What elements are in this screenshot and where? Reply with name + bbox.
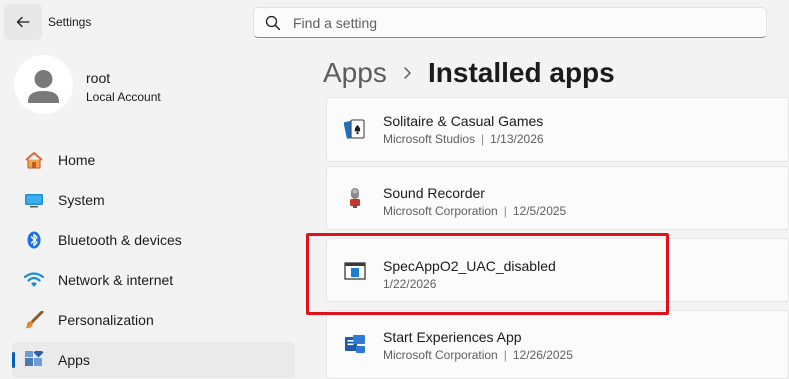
app-publisher: Microsoft Corporation — [383, 204, 498, 218]
search-icon — [265, 15, 281, 30]
search-input[interactable] — [293, 14, 713, 31]
microphone-icon — [350, 188, 360, 208]
apps-icon — [25, 351, 44, 366]
home-icon — [25, 152, 43, 169]
app-install-date: 1/13/2026 — [490, 132, 544, 146]
app-title: Settings — [48, 15, 92, 29]
sidebar-item-label: Bluetooth & devices — [58, 232, 182, 248]
brush-icon — [25, 311, 44, 329]
page-title: Installed apps — [428, 57, 615, 88]
app-list-item[interactable]: Sound Recorder Microsoft Corporation | 12/… — [326, 166, 789, 230]
highlight-box — [306, 233, 669, 315]
app-list-item[interactable]: Start Experiences App Microsoft Corporat… — [326, 310, 789, 379]
app-list-item[interactable]: Solitaire & Casual Games Microsoft Studi… — [326, 97, 789, 162]
app-name: Solitaire & Casual Games — [383, 113, 544, 129]
app-meta: Microsoft Corporation | 12/26/2025 — [383, 348, 573, 362]
sidebar-item-label: System — [58, 192, 105, 208]
sidebar-item-label: Apps — [58, 352, 90, 368]
sidebar-item-personalization[interactable]: Personalization — [12, 302, 295, 338]
breadcrumb-parent[interactable]: Apps — [323, 57, 387, 89]
app-name: Sound Recorder — [383, 185, 485, 201]
back-button[interactable] — [4, 4, 42, 40]
sidebar-item-network[interactable]: Network & internet — [12, 262, 295, 298]
wifi-icon — [24, 272, 44, 287]
app-publisher: Microsoft Studios — [383, 132, 476, 146]
sidebar-item-system[interactable]: System — [12, 182, 295, 218]
sidebar-item-label: Network & internet — [58, 272, 174, 288]
sidebar-item-apps[interactable]: Apps — [12, 342, 295, 378]
sidebar-item-bluetooth[interactable]: Bluetooth & devices — [12, 222, 295, 258]
app-meta: Microsoft Studios | 1/13/2026 — [383, 132, 544, 146]
cards-icon — [344, 119, 365, 139]
sidebar-item-home[interactable]: Home — [12, 142, 295, 178]
sidebar-item-label: Home — [58, 152, 96, 168]
search-box[interactable] — [253, 7, 767, 38]
app-name: Start Experiences App — [383, 329, 522, 345]
app-publisher: Microsoft Corporation — [383, 348, 498, 362]
sidebar-item-label: Personalization — [58, 312, 154, 328]
app-meta: Microsoft Corporation | 12/5/2025 — [383, 204, 567, 218]
app-install-date: 12/5/2025 — [512, 204, 567, 218]
profile-account-type: Local Account — [86, 90, 161, 104]
start-experiences-icon — [345, 335, 365, 353]
user-avatar-icon — [28, 70, 59, 103]
chevron-right-icon — [404, 67, 411, 79]
profile-name: root — [86, 70, 111, 86]
back-arrow-icon — [16, 16, 30, 28]
system-icon — [25, 194, 43, 208]
bluetooth-icon — [27, 231, 41, 249]
avatar[interactable] — [14, 55, 73, 114]
app-install-date: 12/26/2025 — [512, 348, 573, 362]
selection-indicator — [12, 352, 15, 368]
